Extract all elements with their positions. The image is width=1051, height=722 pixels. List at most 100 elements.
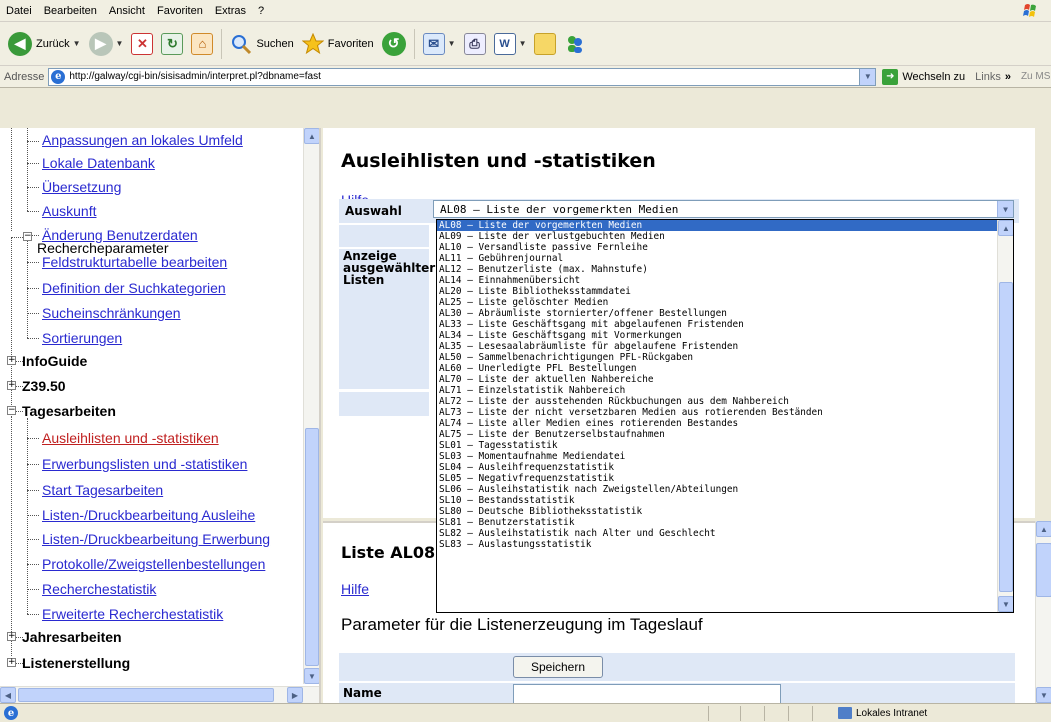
expand-icon[interactable]: +: [7, 658, 16, 667]
list-option[interactable]: SL05 – Negativfrequenzstatistik: [437, 473, 997, 484]
scroll-down-icon[interactable]: ▼: [1036, 687, 1051, 703]
menu-help[interactable]: ?: [258, 5, 264, 17]
list-option[interactable]: AL75 – Liste der Benutzerselbstaufnahmen: [437, 429, 997, 440]
nav-item-listenerstellung[interactable]: Listenerstellung: [22, 653, 130, 673]
address-input[interactable]: e http://galway/cgi-bin/sisisadmin/inter…: [48, 67, 877, 86]
back-button[interactable]: ◀ Zurück ▼: [4, 27, 85, 61]
content-vertical-scrollbar[interactable]: ▲ ▼: [1035, 521, 1051, 703]
folder-button[interactable]: [530, 27, 560, 61]
search-button[interactable]: Suchen: [226, 27, 297, 61]
nav-vertical-scrollbar[interactable]: ▲ ▼: [303, 128, 319, 684]
nav-link[interactable]: Auskunft: [42, 203, 96, 219]
nav-item-druck-ausleihe[interactable]: Listen-/Druckbearbeitung Ausleihe: [42, 505, 255, 525]
nav-link[interactable]: Lokale Datenbank: [42, 155, 155, 171]
stop-button[interactable]: ✕: [127, 27, 157, 61]
nav-heading[interactable]: Tagesarbeiten: [22, 403, 116, 419]
list-option[interactable]: AL71 – Einzelstatistik Nahbereich: [437, 385, 997, 396]
nav-heading[interactable]: Listenerstellung: [22, 655, 130, 671]
nav-link[interactable]: Recherchestatistik: [42, 581, 156, 597]
nav-link[interactable]: Definition der Suchkategorien: [42, 280, 226, 296]
name-input[interactable]: [513, 684, 781, 703]
nav-item-jahresarbeiten[interactable]: Jahresarbeiten: [22, 627, 122, 647]
scroll-up-icon[interactable]: ▲: [998, 220, 1013, 236]
menu-ansicht[interactable]: Ansicht: [109, 5, 145, 17]
mail-button[interactable]: ✉ ▼: [419, 27, 460, 61]
refresh-button[interactable]: ↻: [157, 27, 187, 61]
collapse-icon[interactable]: −: [7, 406, 16, 415]
favorites-button[interactable]: Favoriten: [298, 27, 378, 61]
list-option[interactable]: AL08 – Liste der vorgemerkten Medien: [437, 220, 997, 231]
nav-item-druck-erwerbung[interactable]: Listen-/Druckbearbeitung Erwerbung: [42, 529, 270, 549]
expand-icon[interactable]: +: [7, 381, 16, 390]
expand-icon[interactable]: +: [7, 356, 16, 365]
nav-item-protokolle[interactable]: Protokolle/Zweigstellenbestellungen: [42, 554, 265, 574]
collapse-icon[interactable]: −: [23, 232, 32, 241]
go-arrow-icon[interactable]: ➜: [882, 68, 899, 85]
scroll-down-icon[interactable]: ▼: [304, 668, 319, 684]
nav-link[interactable]: Listen-/Druckbearbeitung Erwerbung: [42, 531, 270, 547]
expand-icon[interactable]: +: [7, 632, 16, 641]
nav-heading[interactable]: Z39.50: [22, 378, 66, 394]
chevron-down-icon[interactable]: ▼: [997, 201, 1013, 217]
list-option[interactable]: SL03 – Momentaufnahme Mediendatei: [437, 451, 997, 462]
list-option[interactable]: AL12 – Benutzerliste (max. Mahnstufe): [437, 264, 997, 275]
scrollbar-thumb[interactable]: [1036, 543, 1051, 597]
scroll-up-icon[interactable]: ▲: [1036, 521, 1051, 537]
nav-item-lokale-datenbank[interactable]: Lokale Datenbank: [42, 153, 155, 173]
nav-item-anpassungen[interactable]: Anpassungen an lokales Umfeld: [42, 130, 243, 150]
list-option[interactable]: AL14 – Einnahmenübersicht: [437, 275, 997, 286]
nav-link[interactable]: Start Tagesarbeiten: [42, 482, 163, 498]
forward-button[interactable]: ▶ ▼: [85, 27, 128, 61]
list-option[interactable]: AL25 – Liste gelöschter Medien: [437, 297, 997, 308]
links-more-icon[interactable]: »: [1005, 71, 1011, 83]
scrollbar-thumb[interactable]: [999, 282, 1013, 592]
list-option[interactable]: AL11 – Gebührenjournal: [437, 253, 997, 264]
list-option[interactable]: AL60 – Unerledigte PFL Bestellungen: [437, 363, 997, 374]
scroll-up-icon[interactable]: ▲: [304, 128, 319, 144]
scroll-right-icon[interactable]: ▶: [287, 687, 303, 703]
go-button[interactable]: Wechseln zu: [902, 71, 965, 83]
scroll-down-icon[interactable]: ▼: [998, 596, 1013, 612]
nav-link[interactable]: Protokolle/Zweigstellenbestellungen: [42, 556, 265, 572]
list-option[interactable]: AL35 – Lesesaalabräumliste für abgelaufe…: [437, 341, 997, 352]
nav-item-recherchestatistik[interactable]: Recherchestatistik: [42, 579, 156, 599]
list-option[interactable]: AL74 – Liste aller Medien eines rotieren…: [437, 418, 997, 429]
dropdown-scrollbar[interactable]: ▲ ▼: [997, 220, 1013, 612]
nav-horizontal-scrollbar[interactable]: ◀ ▶: [0, 686, 319, 703]
list-option[interactable]: SL10 – Bestandsstatistik: [437, 495, 997, 506]
nav-link[interactable]: Sortierungen: [42, 330, 122, 346]
scrollbar-thumb[interactable]: [305, 428, 319, 666]
list-option[interactable]: AL09 – Liste der verlustgebuchten Medien: [437, 231, 997, 242]
menu-datei[interactable]: Datei: [6, 5, 32, 17]
nav-link[interactable]: Erwerbungslisten und -statistiken: [42, 456, 247, 472]
menu-favoriten[interactable]: Favoriten: [157, 5, 203, 17]
detail-help-link[interactable]: Hilfe: [341, 581, 369, 597]
home-button[interactable]: ⌂: [187, 27, 217, 61]
nav-item-tagesarbeiten[interactable]: Tagesarbeiten: [22, 401, 116, 421]
nav-item-ausleihlisten[interactable]: Ausleihlisten und -statistiken: [42, 428, 219, 448]
nav-item-z3950[interactable]: Z39.50: [22, 376, 66, 396]
nav-link[interactable]: Sucheinschränkungen: [42, 305, 181, 321]
nav-item-auskunft[interactable]: Auskunft: [42, 201, 96, 221]
nav-link[interactable]: Feldstrukturtabelle bearbeiten: [42, 254, 227, 270]
scroll-left-icon[interactable]: ◀: [0, 687, 16, 703]
nav-item-sortierungen[interactable]: Sortierungen: [42, 328, 122, 348]
list-option[interactable]: SL80 – Deutsche Bibliotheksstatistik: [437, 506, 997, 517]
list-dropdown[interactable]: AL08 – Liste der vorgemerkten Medien AL09…: [436, 219, 1014, 613]
nav-link[interactable]: Listen-/Druckbearbeitung Ausleihe: [42, 507, 255, 523]
list-option[interactable]: AL50 – Sammelbenachrichtigungen PFL-Rück…: [437, 352, 997, 363]
list-option[interactable]: AL33 – Liste Geschäftsgang mit abgelaufe…: [437, 319, 997, 330]
extra-toolbar-button[interactable]: Zu MS: [1021, 71, 1050, 82]
list-select[interactable]: AL08 – Liste der vorgemerkten Medien ▼: [433, 200, 1014, 218]
list-option[interactable]: AL30 – Abräumliste stornierter/offener B…: [437, 308, 997, 319]
list-option[interactable]: SL06 – Ausleihstatistik nach Zweigstelle…: [437, 484, 997, 495]
nav-item-infoguide[interactable]: InfoGuide: [22, 351, 87, 371]
nav-heading[interactable]: Jahresarbeiten: [22, 629, 122, 645]
list-option[interactable]: AL73 – Liste der nicht versetzbaren Medi…: [437, 407, 997, 418]
scrollbar-thumb[interactable]: [18, 688, 274, 702]
links-button[interactable]: Links: [975, 71, 1001, 83]
list-option[interactable]: AL20 – Liste Bibliotheksstammdatei: [437, 286, 997, 297]
nav-item-start-tagesarbeiten[interactable]: Start Tagesarbeiten: [42, 480, 163, 500]
print-button[interactable]: ⎙: [460, 27, 490, 61]
nav-item-erwerbungslisten[interactable]: Erwerbungslisten und -statistiken: [42, 454, 247, 474]
